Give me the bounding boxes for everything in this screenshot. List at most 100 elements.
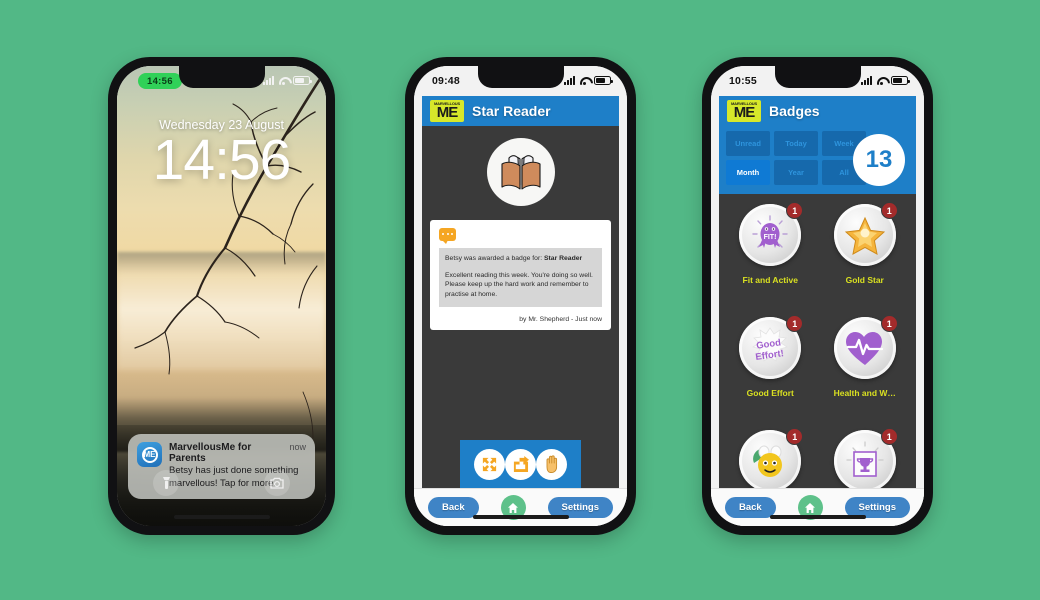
- badges-body: MARVELLOUS ME Badges Unread Today Week M…: [719, 96, 916, 488]
- phone-2-star-reader: 09:48 MARVELLOUS ME Star Reader Betsy wa…: [405, 57, 636, 535]
- wifi-icon: [278, 76, 289, 85]
- medal-disc: 1: [739, 428, 804, 488]
- badge-count: 1: [880, 315, 898, 332]
- wifi-icon: [579, 76, 590, 85]
- phone-2-navbar: Back Settings: [414, 488, 627, 526]
- phone-2-status-time: 09:48: [432, 74, 460, 87]
- app-header: MARVELLOUS ME Star Reader: [422, 96, 619, 126]
- medal-disc: 1: [833, 428, 898, 488]
- medal-disc: 1: [833, 315, 898, 379]
- camera-button[interactable]: [264, 470, 290, 496]
- badge-count: 1: [786, 315, 804, 332]
- dynamic-island-time-pill: 14:56: [138, 73, 182, 89]
- speech-bubble-icon: [439, 228, 456, 244]
- notification-header: MarvellousMe for Parents now: [169, 442, 306, 464]
- app-header: MARVELLOUS ME Badges: [719, 96, 916, 126]
- share-icon: [513, 456, 529, 472]
- badge-count-circle: 13: [853, 134, 905, 186]
- share-button[interactable]: [505, 448, 536, 480]
- page-title: Star Reader: [472, 103, 551, 119]
- notification-timestamp: now: [289, 442, 306, 452]
- expand-arrows-icon: [482, 457, 497, 471]
- notification-app-name: MarvellousMe for Parents: [169, 442, 252, 464]
- action-bar: [460, 440, 581, 488]
- badge-count: 1: [786, 202, 804, 219]
- back-button[interactable]: Back: [725, 497, 776, 518]
- home-icon: [805, 502, 816, 513]
- filter-today[interactable]: Today: [774, 131, 818, 156]
- marvellousme-logo: MARVELLOUS ME: [727, 100, 761, 122]
- app-icon-ring: ME: [141, 446, 158, 463]
- wifi-icon: [876, 76, 887, 85]
- badge-count: 1: [880, 202, 898, 219]
- open-book-icon: [486, 138, 555, 206]
- home-indicator: [769, 515, 866, 519]
- flashlight-button[interactable]: [153, 470, 179, 496]
- logo-main-text: ME: [733, 104, 755, 122]
- battery-icon: [891, 76, 910, 85]
- medal-disc: 1: [833, 202, 898, 266]
- notch: [178, 66, 265, 88]
- badge-label: Gold Star: [845, 275, 884, 285]
- phone-3-navbar: Back Settings: [711, 488, 924, 526]
- message-author-timestamp: by Mr. Shepherd - Just now: [519, 315, 602, 323]
- marvellousme-logo: MARVELLOUS ME: [430, 100, 464, 122]
- back-button[interactable]: Back: [428, 497, 479, 518]
- camera-icon: [270, 477, 284, 489]
- message-text: Excellent reading this week. You're doin…: [445, 271, 593, 298]
- medal-disc: Good Effort! 1: [739, 315, 804, 379]
- badge-item-health-and-wellbeing[interactable]: 1 Health and W…: [820, 315, 911, 430]
- logo-main-text: ME: [436, 104, 458, 122]
- gold-star-icon: [844, 216, 885, 255]
- message-award-line: Betsy was awarded a badge for: Star Read…: [445, 255, 583, 262]
- logo-top-text: MARVELLOUS: [731, 101, 757, 107]
- badge-item-gold-star[interactable]: 1 Gold Star: [820, 202, 911, 317]
- phone-2-screen: 09:48 MARVELLOUS ME Star Reader Betsy wa…: [414, 66, 627, 526]
- badge-label: Good Effort: [746, 388, 794, 398]
- badge-item-good-effort[interactable]: Good Effort! 1 Good Effort: [725, 315, 816, 430]
- awarded-badge-name: Star Reader: [544, 255, 583, 262]
- message-card: Betsy was awarded a badge for: Star Read…: [430, 220, 611, 330]
- phone-3-badges: 10:55 MARVELLOUS ME Badges Unread Today …: [702, 57, 933, 535]
- battery-icon: [293, 76, 312, 85]
- badges-app: 10:55 MARVELLOUS ME Badges Unread Today …: [711, 66, 924, 526]
- phone-3-status-indicators: [861, 76, 910, 85]
- cellular-signal-icon: [564, 76, 575, 85]
- star-reader-content: Betsy was awarded a badge for: Star Read…: [422, 126, 619, 488]
- message-body: Betsy was awarded a badge for: Star Read…: [439, 248, 602, 307]
- star-reader-app: 09:48 MARVELLOUS ME Star Reader Betsy wa…: [414, 66, 627, 526]
- home-icon: [508, 502, 519, 513]
- cellular-signal-icon: [263, 76, 274, 85]
- badge-item-trophy[interactable]: 1: [820, 428, 911, 488]
- high-five-button[interactable]: [536, 448, 567, 480]
- heartbeat-icon: [845, 332, 883, 365]
- filter-year[interactable]: Year: [774, 160, 818, 185]
- logo-top-text: MARVELLOUS: [434, 101, 460, 107]
- badge-label: Health and W…: [833, 388, 896, 398]
- expand-button[interactable]: [474, 448, 505, 480]
- bee-icon: [753, 445, 783, 477]
- filter-month[interactable]: Month: [726, 160, 770, 185]
- trophy-icon: [846, 441, 884, 477]
- notch: [477, 66, 564, 88]
- notch: [774, 66, 861, 88]
- home-indicator: [472, 515, 569, 519]
- open-book-graphic: [500, 155, 541, 190]
- phone-1-status-indicators: [263, 76, 312, 85]
- battery-icon: [594, 76, 613, 85]
- filter-bar: Unread Today Week Month Year All 13: [719, 126, 916, 194]
- filter-unread[interactable]: Unread: [726, 131, 770, 156]
- cellular-signal-icon: [861, 76, 872, 85]
- badge-item-fit-and-active[interactable]: FIT! 1 Fit and Active: [725, 202, 816, 317]
- phone-1-lockscreen: 14:56 14:56 Wednesday 23 August 14:56 ME…: [108, 57, 335, 535]
- badge-grid: FIT! 1 Fit and Active 1 Gold Star Good E…: [719, 194, 916, 488]
- fit-monster-icon: FIT!: [752, 215, 788, 248]
- badge-count: 1: [880, 428, 898, 445]
- flashlight-icon: [162, 477, 170, 489]
- phone-2-status-indicators: [564, 76, 613, 85]
- phone-3-screen: 10:55 MARVELLOUS ME Badges Unread Today …: [711, 66, 924, 526]
- good-effort-icon: Good Effort!: [752, 327, 789, 363]
- phone-3-status-time: 10:55: [729, 74, 757, 87]
- badge-item-bee[interactable]: 1: [725, 428, 816, 488]
- svg-text:FIT!: FIT!: [764, 234, 777, 241]
